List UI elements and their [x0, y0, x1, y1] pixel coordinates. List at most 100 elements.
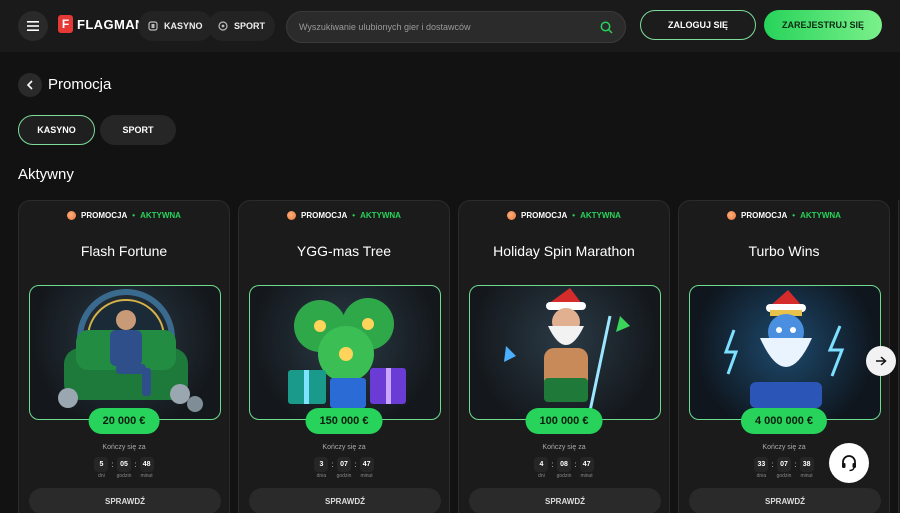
back-button[interactable]	[18, 73, 42, 97]
timer-days-label: dnia	[316, 473, 327, 479]
timer-colon: :	[354, 460, 357, 469]
promo-tag: PROMOCJA • AKTYWNA	[679, 211, 889, 220]
timer-colon: :	[794, 460, 797, 469]
promo-status: AKTYWNA	[800, 211, 841, 220]
promo-card-holiday-spin-marathon[interactable]: PROMOCJA • AKTYWNA Holiday Spin Marathon…	[458, 200, 670, 513]
promo-image-santa-zeus	[469, 285, 661, 420]
timer-hours: 07	[336, 457, 351, 472]
promo-dot-icon	[727, 211, 737, 220]
ends-label: Kończy się za	[102, 444, 146, 451]
timer-days-label: dnia	[756, 473, 767, 479]
promo-card-flash-fortune[interactable]: PROMOCJA • AKTYWNA Flash Fortune 20 000 …	[18, 200, 230, 513]
nav-kasyno-label: KASYNO	[164, 21, 203, 31]
timer-colon: :	[574, 460, 577, 469]
timer-hours-label: godzin	[556, 473, 572, 479]
promo-tag-label: PROMOCJA	[521, 211, 568, 220]
timer-minutes-label: minut	[580, 473, 593, 479]
promo-image-man-armchair	[29, 285, 221, 420]
promo-card-ygg-mas-tree[interactable]: PROMOCJA • AKTYWNA YGG-mas Tree 150 000 …	[238, 200, 450, 513]
search-icon[interactable]	[600, 21, 613, 34]
hamburger-menu-button[interactable]	[18, 11, 48, 41]
tag-separator: •	[792, 211, 796, 220]
timer-hours: 07	[776, 457, 791, 472]
timer-hours-label: godzin	[336, 473, 352, 479]
timer-minutes-label: minut	[360, 473, 373, 479]
timer-hours-label: godzin	[116, 473, 132, 479]
search-input[interactable]: Wyszukiwanie ulubionych gier i dostawców	[286, 11, 626, 43]
timer-hours-label: godzin	[776, 473, 792, 479]
prize-badge: 150 000 €	[305, 408, 383, 434]
promo-dot-icon	[287, 211, 297, 220]
countdown-timer: 4 dni : 08 godzin : 47 minut	[459, 457, 669, 479]
timer-colon: :	[111, 460, 114, 469]
menu-icon	[27, 21, 39, 31]
prize-badge: 4 000 000 €	[740, 408, 828, 434]
prize-badge: 20 000 €	[88, 408, 160, 434]
timer-days-label: dni	[538, 473, 545, 479]
timer-colon: :	[771, 460, 774, 469]
prize-badge: 100 000 €	[525, 408, 603, 434]
nav-sport-label: SPORT	[234, 21, 266, 31]
check-button[interactable]: SPRAWDŹ	[469, 488, 661, 513]
promo-title: Flash Fortune	[80, 243, 168, 259]
section-title: Aktywny	[18, 166, 74, 183]
check-button[interactable]: SPRAWDŹ	[29, 488, 221, 513]
promo-tag-label: PROMOCJA	[741, 211, 788, 220]
check-button[interactable]: SPRAWDŹ	[689, 488, 881, 513]
check-button[interactable]: SPRAWDŹ	[249, 488, 441, 513]
tag-separator: •	[572, 211, 576, 220]
timer-colon: :	[331, 460, 334, 469]
promo-status: AKTYWNA	[140, 211, 181, 220]
promo-status: AKTYWNA	[580, 211, 621, 220]
login-button[interactable]: ZALOGUJ SIĘ	[640, 10, 756, 40]
countdown-timer: 3 dnia : 07 godzin : 47 minut	[239, 457, 449, 479]
ends-label: Kończy się za	[542, 444, 586, 451]
nav-kasyno[interactable]: KASYNO	[138, 11, 213, 41]
timer-colon: :	[551, 460, 554, 469]
promo-tag: PROMOCJA • AKTYWNA	[239, 211, 449, 220]
tab-sport[interactable]: SPORT	[100, 115, 176, 145]
timer-days: 33	[754, 457, 769, 472]
headset-icon	[842, 455, 856, 472]
chevron-left-icon	[26, 80, 33, 90]
promo-image-ice-zeus	[689, 285, 881, 420]
ball-icon	[218, 21, 228, 31]
timer-minutes-label: minut	[800, 473, 813, 479]
carousel-next-button[interactable]	[866, 346, 896, 376]
timer-minutes-label: minut	[140, 473, 153, 479]
page-title: Promocja	[48, 76, 112, 93]
promo-image-christmas-tree	[249, 285, 441, 420]
promo-tag-label: PROMOCJA	[301, 211, 348, 220]
register-button[interactable]: ZAREJESTRUJ SIĘ	[764, 10, 882, 40]
timer-hours: 08	[556, 457, 571, 472]
top-header: F FLAGMAN KASYNO SPORT Wyszukiwanie ulub…	[0, 0, 900, 52]
promo-title: Turbo Wins	[748, 243, 820, 259]
promo-title: YGG-mas Tree	[296, 243, 392, 259]
timer-minutes: 47	[359, 457, 374, 472]
timer-colon: :	[134, 460, 137, 469]
slot-icon	[148, 21, 158, 31]
promo-dot-icon	[67, 211, 77, 220]
timer-days: 3	[314, 457, 329, 472]
timer-days: 5	[94, 457, 109, 472]
promo-tag-label: PROMOCJA	[81, 211, 128, 220]
timer-minutes: 47	[579, 457, 594, 472]
logo-text: FLAGMAN	[77, 16, 145, 32]
promo-tag: PROMOCJA • AKTYWNA	[459, 211, 669, 220]
nav-sport[interactable]: SPORT	[208, 11, 276, 41]
promo-tag: PROMOCJA • AKTYWNA	[19, 211, 229, 220]
timer-minutes: 48	[139, 457, 154, 472]
tag-separator: •	[132, 211, 136, 220]
logo-mark: F	[58, 15, 73, 33]
search-placeholder: Wyszukiwanie ulubionych gier i dostawców	[299, 22, 471, 32]
tab-kasyno[interactable]: KASYNO	[18, 115, 95, 145]
arrow-right-icon	[876, 356, 887, 366]
flagman-logo[interactable]: F FLAGMAN	[58, 15, 145, 33]
support-chat-button[interactable]	[829, 443, 869, 483]
promo-dot-icon	[507, 211, 517, 220]
promo-status: AKTYWNA	[360, 211, 401, 220]
timer-minutes: 38	[799, 457, 814, 472]
tag-separator: •	[352, 211, 356, 220]
ends-label: Kończy się za	[322, 444, 366, 451]
countdown-timer: 5 dni : 05 godzin : 48 minut	[19, 457, 229, 479]
